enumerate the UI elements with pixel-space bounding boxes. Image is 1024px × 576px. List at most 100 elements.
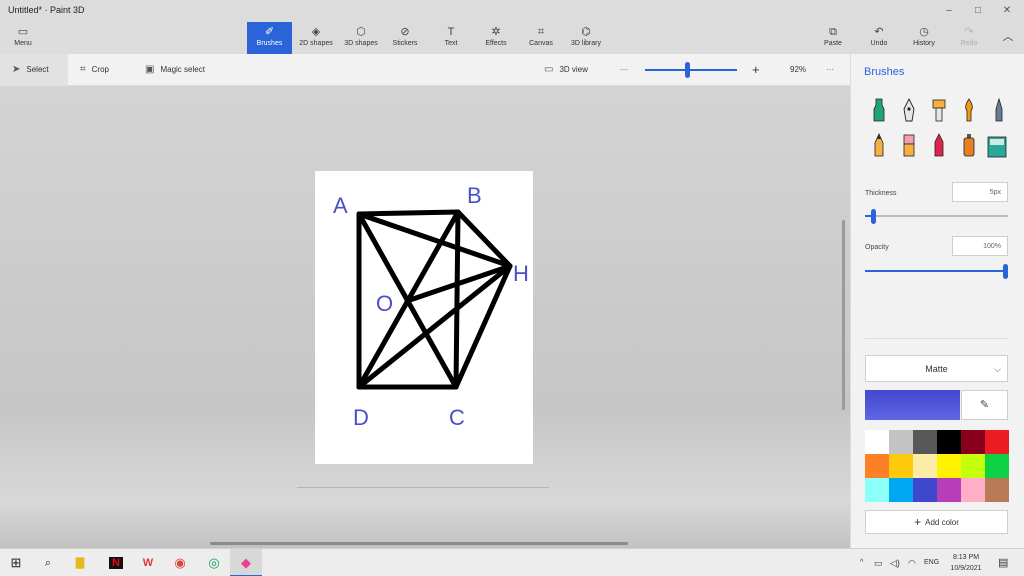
history-button[interactable]: ◷ History <box>907 22 941 54</box>
fill-bucket-icon[interactable] <box>986 134 1008 160</box>
color-swatch-10[interactable] <box>961 454 985 478</box>
netflix-button[interactable]: N <box>100 549 132 576</box>
volume-icon[interactable]: ◁) <box>890 549 900 576</box>
tab-canvas[interactable]: ⌗ Canvas <box>525 22 557 54</box>
drawing-canvas[interactable]: A B H O D C <box>315 171 533 464</box>
close-button[interactable]: ✕ <box>993 2 1021 20</box>
horizontal-scrollbar[interactable] <box>210 542 628 545</box>
title-bar: Untitled* · Paint 3D – □ ✕ <box>0 0 1024 22</box>
zoom-out-button[interactable]: — <box>620 54 628 86</box>
current-color-swatch[interactable] <box>865 390 960 420</box>
tab-effects[interactable]: ✲ Effects <box>480 22 512 54</box>
color-swatch-5[interactable] <box>985 430 1009 454</box>
add-color-button[interactable]: + Add color <box>865 510 1008 534</box>
color-swatch-16[interactable] <box>961 478 985 502</box>
crayon-icon[interactable] <box>929 132 949 158</box>
chrome-profile-button[interactable]: ◎ <box>198 549 230 576</box>
opacity-slider-thumb[interactable] <box>1003 264 1008 279</box>
color-swatch-8[interactable] <box>913 454 937 478</box>
undo-label: Undo <box>870 40 888 47</box>
pencil-icon[interactable] <box>869 132 889 158</box>
eraser-icon[interactable] <box>899 132 919 158</box>
thickness-slider-track[interactable] <box>865 215 1008 217</box>
tab-text[interactable]: T Text <box>436 22 466 54</box>
color-swatch-12[interactable] <box>865 478 889 502</box>
paint3d-taskbar-button[interactable]: ◆ <box>230 549 262 576</box>
color-swatch-0[interactable] <box>865 430 889 454</box>
3d-view-label: 3D view <box>559 65 588 74</box>
color-swatch-14[interactable] <box>913 478 937 502</box>
more-options-button[interactable]: ··· <box>826 54 834 86</box>
zoom-in-button[interactable]: + <box>752 54 760 86</box>
vertical-scrollbar[interactable] <box>842 220 845 410</box>
color-swatch-13[interactable] <box>889 478 913 502</box>
battery-icon[interactable]: ▭ <box>874 549 883 576</box>
marker-icon[interactable] <box>869 97 889 123</box>
tab-3d-library[interactable]: ⌬ 3D library <box>566 22 606 54</box>
pixel-pen-icon[interactable] <box>989 97 1009 123</box>
select-tool[interactable]: ➤ Select <box>0 54 68 86</box>
redo-button[interactable]: ↷ Redo <box>954 22 984 54</box>
panel-divider <box>865 338 1008 339</box>
file-explorer-button[interactable]: ▇ <box>64 549 96 576</box>
color-swatch-2[interactable] <box>913 430 937 454</box>
crop-icon: ⌗ <box>80 64 86 75</box>
undo-button[interactable]: ↶ Undo <box>864 22 894 54</box>
tab-3d-shapes[interactable]: ⬡ 3D shapes <box>340 22 382 54</box>
tab-brushes[interactable]: ✐ Brushes <box>247 22 292 54</box>
magic-select-label: Magic select <box>160 65 205 74</box>
watercolor-icon[interactable] <box>959 97 979 123</box>
color-swatch-4[interactable] <box>961 430 985 454</box>
menu-button[interactable]: ▭ Menu <box>8 22 38 54</box>
edge-ab <box>356 209 461 217</box>
notification-icon[interactable]: ▤ <box>998 549 1008 576</box>
drawing-svg: A B H O D C <box>333 183 529 430</box>
edge-bc <box>453 209 461 390</box>
color-swatch-6[interactable] <box>865 454 889 478</box>
color-swatch-11[interactable] <box>985 454 1009 478</box>
effects-icon: ✲ <box>491 26 501 38</box>
menu-icon: ▭ <box>17 26 29 38</box>
color-swatch-1[interactable] <box>889 430 913 454</box>
paste-button[interactable]: ⧉ Paste <box>818 22 848 54</box>
chrome-profile-icon: ◎ <box>208 555 220 570</box>
3d-view-toggle[interactable]: ▭ 3D view <box>544 54 588 86</box>
file-explorer-icon: ▇ <box>75 557 85 569</box>
eyedropper-button[interactable]: ✎ <box>961 390 1008 420</box>
color-swatch-15[interactable] <box>937 478 961 502</box>
opacity-slider-track[interactable] <box>865 270 1008 272</box>
language-indicator[interactable]: ENG <box>924 549 939 576</box>
magic-select-tool[interactable]: ▣ Magic select <box>145 54 205 86</box>
zoom-slider-thumb[interactable] <box>685 62 690 78</box>
tab-stickers[interactable]: ⊘ Stickers <box>386 22 424 54</box>
finish-dropdown[interactable]: Matte ⌵ <box>865 355 1008 382</box>
search-button[interactable]: ⌕ <box>32 549 64 576</box>
collapse-ribbon-button[interactable]: ︿ <box>996 22 1020 54</box>
maximize-button[interactable]: □ <box>964 2 992 20</box>
wifi-icon[interactable]: ◠ <box>908 549 916 576</box>
tab-label: Text <box>444 40 458 47</box>
clock[interactable]: 8:13 PM 10/9/2021 <box>942 552 990 574</box>
history-label: History <box>913 40 935 47</box>
crop-tool[interactable]: ⌗ Crop <box>80 54 109 86</box>
opacity-input[interactable]: 100% <box>952 236 1008 256</box>
label-o: O <box>376 291 393 316</box>
tab-2d-shapes[interactable]: ◈ 2D shapes <box>295 22 337 54</box>
window-title: Untitled* · Paint 3D <box>8 5 85 15</box>
chrome-button[interactable]: ◉ <box>164 549 196 576</box>
tray-overflow-button[interactable]: ^ <box>860 549 863 576</box>
wps-office-button[interactable]: W <box>132 549 164 576</box>
oil-brush-icon[interactable] <box>929 97 949 123</box>
minimize-button[interactable]: – <box>935 2 963 20</box>
calligraphy-pen-icon[interactable] <box>899 97 919 123</box>
color-swatch-3[interactable] <box>937 430 961 454</box>
color-swatch-17[interactable] <box>985 478 1009 502</box>
color-swatch-7[interactable] <box>889 454 913 478</box>
thickness-input[interactable]: 5px <box>952 182 1008 202</box>
thickness-slider-thumb[interactable] <box>871 209 876 224</box>
color-swatch-9[interactable] <box>937 454 961 478</box>
panel-title: Brushes <box>864 66 905 78</box>
spray-can-icon[interactable] <box>959 132 979 158</box>
zoom-slider-track[interactable] <box>645 69 737 71</box>
start-button[interactable]: ⊞ <box>0 549 32 576</box>
